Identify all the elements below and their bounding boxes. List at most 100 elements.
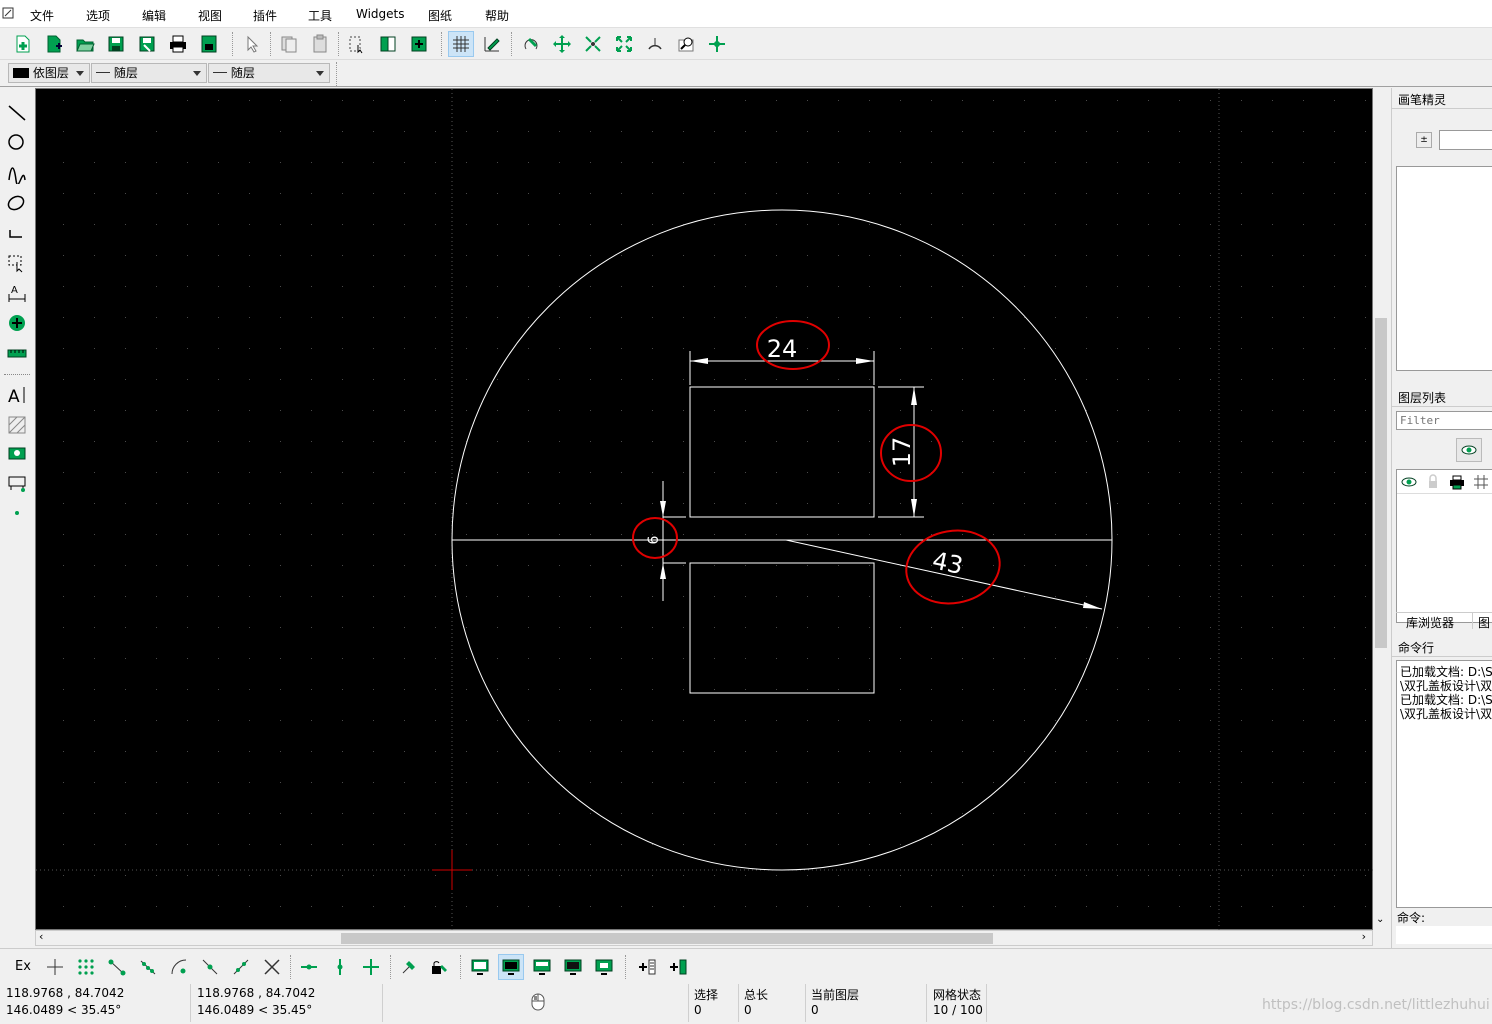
curve-tool-icon[interactable] [4,160,30,186]
total-length-value: 0 [744,1003,752,1017]
pen-wizard-title: 画笔精灵 [1398,93,1447,107]
pen-search-input[interactable] [1439,130,1492,150]
menu-widgets[interactable]: Widgets [356,7,405,21]
command-input[interactable] [1396,926,1492,944]
hatch-tool-icon[interactable] [4,412,30,438]
set-relative-zero-icon[interactable] [396,954,422,980]
print-layer-icon[interactable] [1449,474,1465,490]
polyline-tool-icon[interactable] [4,220,30,246]
snap-distance-icon[interactable] [228,954,254,980]
drawing-canvas[interactable]: 24 17 6 43 [35,88,1374,931]
view-white-background-icon[interactable] [529,954,555,980]
linetype-combo[interactable]: 随层 [91,63,207,83]
menu-drawings[interactable]: 图纸 [428,7,452,24]
zoom-pan-icon[interactable] [549,31,575,57]
selection-count: 0 [694,1003,702,1017]
new-file-icon[interactable] [10,31,36,57]
horizontal-scroll-thumb[interactable] [341,933,993,944]
color-combo[interactable]: 依图层 [8,63,90,83]
linetype-sample [96,72,110,73]
menu-file[interactable]: 文件 [30,7,54,24]
tab-drawings[interactable]: 图 [1478,614,1490,631]
eye-icon[interactable] [1456,438,1482,462]
modify-tool-icon[interactable] [4,310,30,336]
snap-intersection-icon[interactable] [259,954,285,980]
menu-plugins[interactable]: 插件 [253,7,277,24]
restrict-vertical-icon[interactable] [327,954,353,980]
menu-tools[interactable]: 工具 [308,7,332,24]
add-info-icon[interactable] [634,954,660,980]
visible-icon[interactable] [1401,476,1417,488]
text-tool-icon[interactable]: A [4,382,30,408]
open-folder-icon[interactable] [72,31,98,57]
svg-text:A: A [8,387,20,406]
redraw-icon[interactable] [518,31,544,57]
pen-add-icon[interactable]: ± [1416,132,1432,148]
tab-library-browser[interactable]: 库浏览器 [1406,614,1454,631]
print-icon[interactable] [165,31,191,57]
vertical-scrollbar[interactable]: ⌄ [1373,88,1389,930]
zoom-auto-icon[interactable] [642,31,668,57]
paste-icon[interactable] [307,31,333,57]
zoom-window-icon[interactable] [673,31,699,57]
copy-icon[interactable] [276,31,302,57]
zoom-out-icon[interactable] [611,31,637,57]
snap-on-entity-icon[interactable] [135,954,161,980]
select-pointer-icon[interactable] [239,31,265,57]
exclusive-snap-label[interactable]: Ex [15,959,31,974]
view-black-background-icon[interactable] [498,954,524,980]
restrict-horizontal-icon[interactable] [296,954,322,980]
menu-edit[interactable]: 编辑 [142,7,166,24]
split-view-icon[interactable] [375,31,401,57]
layer-filter-input[interactable] [1396,411,1492,430]
grid-toggle-icon[interactable] [448,31,474,57]
horizontal-scrollbar[interactable]: ‹ › [35,930,1373,946]
draft-mode-icon[interactable] [479,31,505,57]
lock-relative-zero-icon[interactable] [427,954,453,980]
select-tool-icon[interactable] [4,250,30,276]
new-template-icon[interactable] [41,31,67,57]
pen-list[interactable] [1396,166,1492,371]
line-tool-icon[interactable] [4,100,30,126]
menu-options[interactable]: 选项 [86,7,110,24]
add-block-icon[interactable] [665,954,691,980]
view-default-icon[interactable] [467,954,493,980]
menu-bar: 文件 选项 编辑 视图 插件 工具 Widgets 图纸 帮助 [0,0,1492,28]
add-view-icon[interactable] [406,31,432,57]
construction-layer-icon[interactable] [1473,474,1489,490]
snap-center-icon[interactable] [166,954,192,980]
restrict-orthogonal-icon[interactable] [358,954,384,980]
ellipse-tool-icon[interactable] [4,190,30,216]
measure-tool-icon[interactable] [4,340,30,366]
view-print-icon[interactable] [591,954,617,980]
layer-list[interactable] [1396,469,1492,623]
color-swatch [13,68,29,78]
vertical-scroll-thumb[interactable] [1375,318,1387,648]
lock-icon[interactable] [1427,474,1439,490]
linewidth-combo[interactable]: 随层 [208,63,330,83]
chevron-right-icon[interactable]: › [1362,930,1366,943]
command-history-line: 已加载文档: D:\S [1400,693,1492,707]
zoom-previous-icon[interactable] [704,31,730,57]
menu-view[interactable]: 视图 [198,7,222,24]
view-screen-icon[interactable] [560,954,586,980]
app-icon [2,7,14,19]
menu-help[interactable]: 帮助 [485,7,509,24]
snap-free-icon[interactable] [42,954,68,980]
circle-tool-icon[interactable] [4,130,30,156]
save-as-icon[interactable] [134,31,160,57]
snap-grid-icon[interactable] [73,954,99,980]
snap-endpoint-icon[interactable] [104,954,130,980]
save-icon[interactable] [103,31,129,57]
image-tool-icon[interactable] [4,440,30,466]
snap-middle-icon[interactable] [197,954,223,980]
grid-status-label: 网格状态 [933,988,982,1002]
chevron-down-icon[interactable]: ⌄ [1376,914,1384,925]
print-preview-icon[interactable] [196,31,222,57]
block-select-icon[interactable] [344,31,370,57]
point-tool-icon[interactable] [4,500,30,526]
chevron-left-icon[interactable]: ‹ [39,930,43,943]
zoom-in-icon[interactable] [580,31,606,57]
dimension-tool-icon[interactable]: A [4,280,30,306]
block-tool-icon[interactable] [4,470,30,496]
